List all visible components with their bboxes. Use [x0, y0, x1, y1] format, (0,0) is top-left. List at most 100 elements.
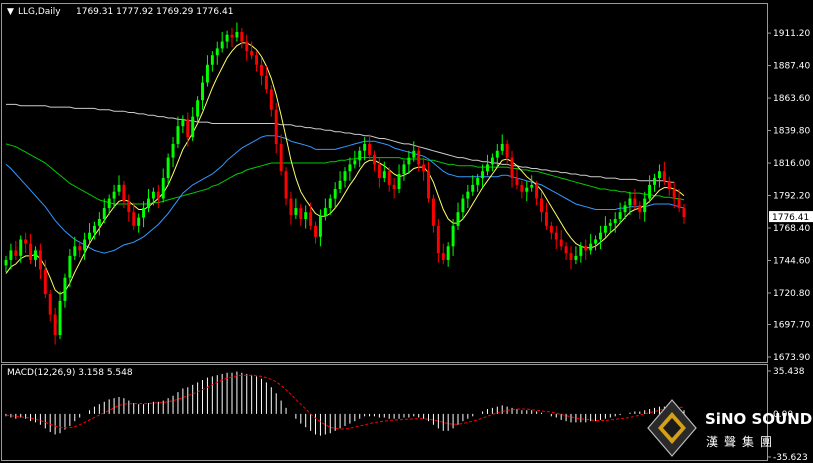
candle-body — [151, 191, 155, 199]
candle-body — [348, 164, 352, 172]
candle-body — [53, 314, 57, 336]
candle-body — [225, 34, 229, 42]
candle-body — [456, 212, 460, 226]
candle-body — [387, 171, 391, 185]
candle-body — [608, 223, 612, 226]
candle-body — [358, 150, 362, 161]
candle-body — [402, 164, 406, 174]
candle-body — [215, 48, 219, 56]
candle-body — [530, 184, 534, 188]
candle-body — [235, 32, 239, 38]
candle-body — [58, 300, 62, 336]
symbol-dropdown-icon[interactable]: ▼ — [7, 7, 14, 17]
candle-body — [638, 205, 642, 213]
candle-body — [63, 277, 67, 301]
candle-body — [338, 180, 342, 189]
candle-body — [486, 164, 489, 172]
candle-body — [166, 157, 170, 179]
candle-body — [451, 225, 455, 247]
candle-body — [549, 225, 553, 233]
candle-body — [127, 201, 131, 213]
candle-body — [667, 180, 671, 189]
candle-body — [122, 184, 126, 202]
candle-body — [495, 150, 499, 158]
candle-body — [102, 208, 106, 220]
candle-body — [397, 173, 401, 189]
candle-body — [255, 55, 259, 65]
price-tick-label: 1816.00 — [773, 159, 810, 169]
chart-symbol: LLG,Daily — [18, 7, 61, 17]
candle-body — [515, 178, 519, 185]
candle-body — [34, 250, 37, 260]
candle-body — [68, 255, 72, 278]
candle-body — [132, 212, 136, 226]
candle-body — [88, 232, 91, 240]
candle-body — [24, 239, 28, 244]
candle-body — [14, 250, 18, 256]
candle-body — [176, 126, 180, 144]
candle-body — [147, 198, 150, 209]
chart-background — [0, 0, 813, 463]
candle-body — [584, 246, 588, 251]
candle-body — [589, 243, 593, 251]
candle-body — [520, 184, 524, 192]
candle-body — [328, 198, 332, 209]
candle-body — [505, 143, 509, 158]
candle-body — [559, 239, 563, 247]
macd-tick-label: 35.438 — [773, 367, 805, 377]
candle-body — [574, 255, 578, 260]
price-tick-label: 1792.20 — [773, 192, 810, 202]
candle-body — [196, 100, 200, 117]
price-chart[interactable]: 1911.20 1887.40 1863.60 1839.80 1816.00 1792.… — [0, 0, 813, 463]
candle-body — [83, 239, 87, 251]
candle-body — [525, 187, 529, 192]
candle-body — [682, 208, 686, 218]
candle-body — [333, 188, 337, 199]
candle-body — [260, 64, 263, 76]
candle-body — [92, 225, 96, 233]
candle-body — [662, 171, 666, 181]
candle-body — [353, 160, 357, 165]
candle-body — [628, 198, 632, 206]
candle-body — [304, 212, 308, 220]
candle-body — [186, 119, 190, 138]
candle-body — [417, 150, 421, 165]
candle-body — [181, 119, 185, 127]
candle-body — [594, 239, 598, 244]
candle-body — [274, 109, 278, 144]
logo-name: SiNO SOUND — [705, 410, 812, 428]
candle-body — [461, 198, 465, 213]
candle-body — [19, 239, 23, 256]
price-tick-label: 1863.60 — [773, 94, 810, 104]
price-tick-label: 1744.60 — [773, 257, 810, 267]
candle-body — [9, 250, 13, 260]
candle-body — [407, 157, 411, 165]
candle-body — [117, 184, 121, 192]
candle-body — [112, 191, 116, 199]
candle-body — [500, 143, 504, 151]
candle-body — [314, 225, 317, 237]
price-tick-label: 1887.40 — [773, 62, 810, 72]
candle-body — [318, 216, 322, 237]
candle-body — [368, 143, 372, 155]
price-tick-label: 1839.80 — [773, 127, 810, 137]
candle-body — [343, 171, 347, 181]
candle-body — [613, 219, 617, 224]
candle-body — [240, 32, 244, 42]
candle-body — [540, 198, 543, 213]
candle-body — [481, 171, 485, 179]
candle-body — [279, 143, 283, 172]
candle-body — [205, 64, 209, 83]
candle-body — [657, 171, 661, 179]
candle-body — [156, 191, 160, 199]
macd-title: MACD(12,26,9) 3.158 5.548 — [7, 368, 133, 378]
candle-body — [623, 205, 627, 213]
candle-body — [672, 188, 676, 199]
candle-body — [446, 246, 450, 260]
price-tick-label: 1673.90 — [773, 353, 810, 363]
candle-body — [269, 89, 273, 110]
candle-body — [289, 198, 293, 215]
candle-body — [535, 184, 539, 199]
candle-body — [171, 143, 175, 158]
candle-body — [299, 208, 303, 220]
